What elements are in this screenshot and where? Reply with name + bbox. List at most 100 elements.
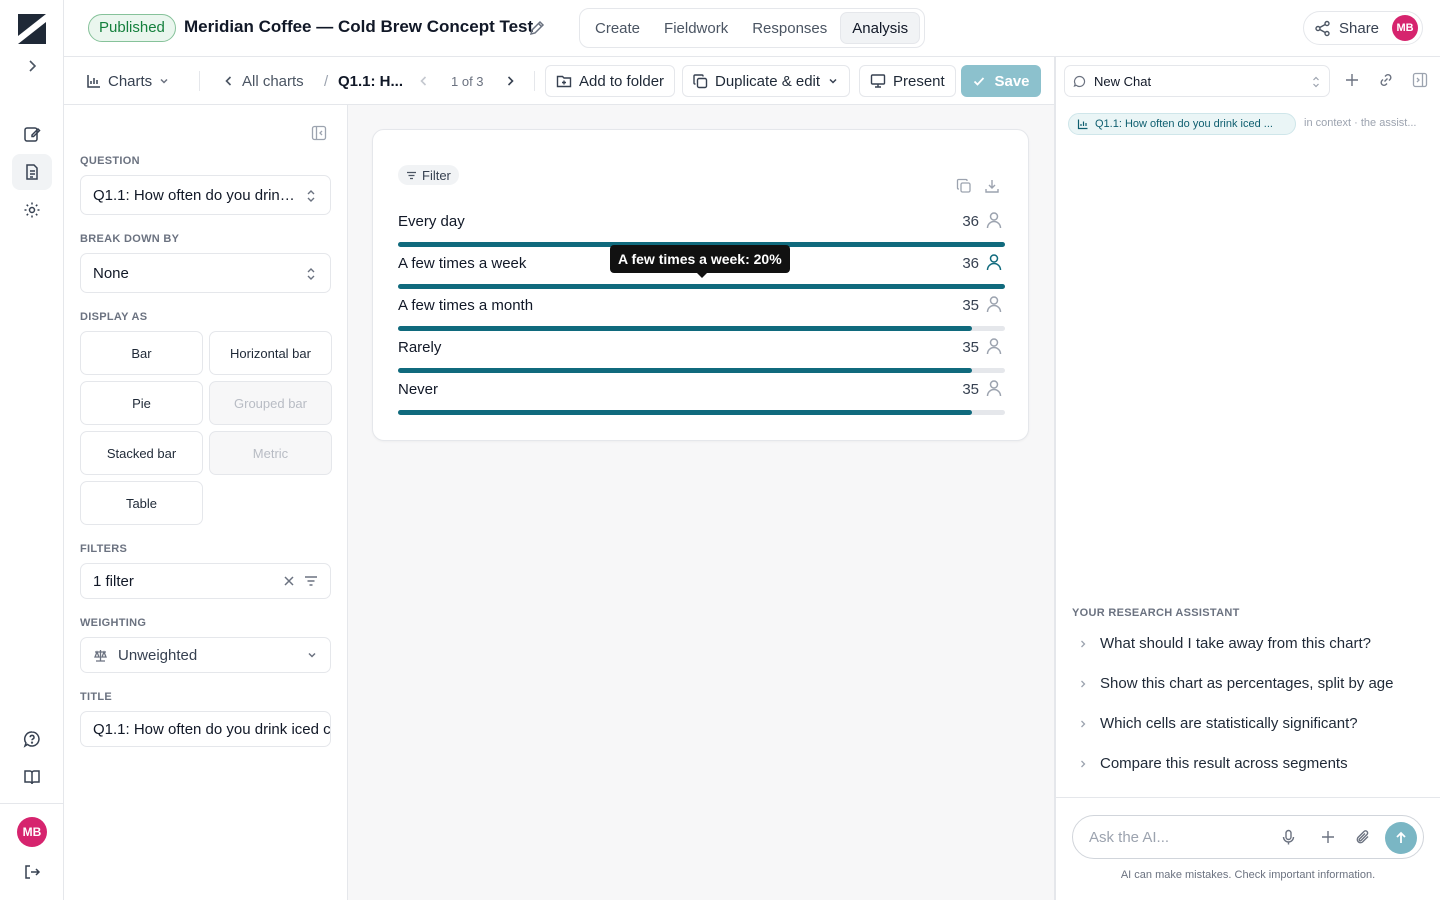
suggestion-label: Compare this result across segments: [1100, 755, 1348, 772]
add-to-folder-label: Add to folder: [579, 72, 665, 90]
filters-section-label: FILTERS: [80, 543, 128, 555]
title-input[interactable]: Q1.1: How often do you drink iced coffee…: [80, 711, 331, 747]
send-button[interactable]: [1385, 822, 1417, 854]
prev-chart-button[interactable]: [417, 65, 431, 97]
display-horizontal-bar-button[interactable]: Horizontal bar: [209, 331, 332, 375]
gear-icon: [24, 202, 40, 218]
user-avatar[interactable]: MB: [17, 817, 47, 847]
chevron-left-icon: [225, 76, 232, 86]
chevron-left-icon: [420, 76, 427, 86]
rail-edit-button[interactable]: [12, 116, 52, 152]
bar-label: Every day: [398, 213, 465, 230]
new-chat-button[interactable]: [1344, 72, 1360, 88]
filter-chip[interactable]: Filter: [398, 165, 459, 185]
chevron-right-icon: [507, 76, 514, 86]
copy-chart-button[interactable]: [956, 178, 972, 194]
display-pie-button[interactable]: Pie: [80, 381, 203, 425]
toolbar-divider: [199, 71, 200, 91]
assistant-section-label: YOUR RESEARCH ASSISTANT: [1072, 607, 1240, 619]
bar-track: [398, 284, 1005, 289]
filter-settings-button[interactable]: [304, 574, 318, 588]
filter-icon: [305, 576, 317, 586]
bar[interactable]: [398, 368, 972, 373]
display-section-label: DISPLAY AS: [80, 311, 148, 323]
duplicate-edit-label: Duplicate & edit: [715, 72, 821, 90]
chevron-down-icon: [829, 78, 837, 84]
project-title: Meridian Coffee — Cold Brew Concept Test: [184, 17, 534, 36]
arrow-up-icon: [1396, 831, 1406, 843]
pagination-indicator: 1 of 3: [451, 73, 484, 89]
display-stacked-bar-button[interactable]: Stacked bar: [80, 431, 203, 475]
app-rail: MB: [0, 0, 64, 900]
weighting-select[interactable]: Unweighted: [80, 637, 331, 673]
filters-value: 1 filter: [93, 572, 134, 590]
display-bar-button[interactable]: Bar: [80, 331, 203, 375]
bar[interactable]: [398, 410, 972, 415]
rail-documents-button[interactable]: [12, 154, 52, 190]
logo-icon[interactable]: [18, 14, 46, 44]
share-avatar: MB: [1392, 15, 1418, 41]
tab-fieldwork[interactable]: Fieldwork: [653, 12, 739, 44]
rail-settings-button[interactable]: [12, 192, 52, 228]
bar-label: A few times a month: [398, 297, 534, 314]
collapse-ai-panel-button[interactable]: [1412, 72, 1428, 88]
chevron-right-icon: [1081, 640, 1086, 647]
duplicate-edit-button[interactable]: Duplicate & edit: [682, 65, 851, 97]
add-attachment-button[interactable]: [1320, 829, 1336, 845]
expand-rail-button[interactable]: [12, 48, 52, 84]
bar-value-label: 35: [962, 339, 979, 356]
collapse-panel-button[interactable]: [311, 125, 327, 141]
share-button[interactable]: Share MB: [1303, 11, 1423, 45]
next-chart-button[interactable]: [503, 65, 517, 97]
chat-select[interactable]: New Chat: [1064, 65, 1330, 97]
respondent-icon[interactable]: [986, 253, 1002, 271]
suggestion-item[interactable]: Which cells are statistically significan…: [1078, 715, 1358, 732]
bar-track: [398, 410, 1005, 415]
tab-create[interactable]: Create: [584, 12, 651, 44]
attach-file-button[interactable]: [1355, 829, 1371, 845]
question-select-value: Q1.1: How often do you drink...: [93, 186, 298, 204]
save-button[interactable]: Save: [961, 65, 1041, 97]
display-table-button[interactable]: Table: [80, 481, 203, 525]
question-select[interactable]: Q1.1: How often do you drink...: [80, 175, 331, 215]
copy-link-button[interactable]: [1378, 72, 1394, 88]
bar[interactable]: [398, 326, 972, 331]
download-chart-button[interactable]: [984, 178, 1000, 194]
rail-docs-button[interactable]: [12, 759, 52, 795]
context-chip[interactable]: Q1.1: How often do you drink iced ...: [1068, 113, 1296, 135]
plus-icon: [1346, 74, 1358, 86]
respondent-icon[interactable]: [986, 295, 1002, 313]
ai-assistant-panel: New Chat Q1.1: How often do you drink ic…: [1054, 57, 1440, 900]
share-label: Share: [1339, 19, 1380, 37]
suggestion-item[interactable]: Show this chart as percentages, split by…: [1078, 675, 1394, 692]
ai-disclaimer: AI can make mistakes. Check important in…: [1120, 869, 1376, 881]
logout-icon: [25, 865, 41, 879]
respondent-icon[interactable]: [986, 211, 1002, 229]
chart-canvas: Filter Every day 36 A few times a week 36 A …: [348, 105, 1054, 900]
bar[interactable]: [398, 284, 1005, 289]
chevron-updown-icon: [307, 190, 315, 202]
add-to-folder-button[interactable]: Add to folder: [545, 65, 676, 97]
edit-title-button[interactable]: [528, 19, 546, 37]
chat-input[interactable]: [1089, 826, 1259, 848]
chevron-updown-icon: [307, 268, 315, 280]
breakdown-select[interactable]: None: [80, 253, 331, 293]
chart-tooltip: A few times a week: 20%: [610, 245, 790, 278]
present-button[interactable]: Present: [859, 65, 956, 97]
suggestion-item[interactable]: What should I take away from this chart?: [1078, 635, 1371, 652]
tab-analysis[interactable]: Analysis: [840, 12, 921, 44]
bar-label: Rarely: [398, 339, 442, 356]
filters-select[interactable]: 1 filter: [80, 563, 331, 599]
respondent-icon[interactable]: [986, 379, 1002, 397]
clear-filter-button[interactable]: [282, 574, 296, 588]
tab-responses[interactable]: Responses: [741, 12, 838, 44]
plus-icon: [1322, 831, 1334, 843]
rail-help-button[interactable]: [12, 721, 52, 757]
suggestion-item[interactable]: Compare this result across segments: [1078, 755, 1348, 772]
voice-input-button[interactable]: [1280, 829, 1297, 846]
all-charts-link[interactable]: All charts: [222, 65, 304, 97]
chat-bubble-icon: [1073, 75, 1086, 87]
charts-menu[interactable]: Charts: [86, 65, 170, 97]
logout-button[interactable]: [12, 854, 52, 890]
respondent-icon[interactable]: [986, 337, 1002, 355]
